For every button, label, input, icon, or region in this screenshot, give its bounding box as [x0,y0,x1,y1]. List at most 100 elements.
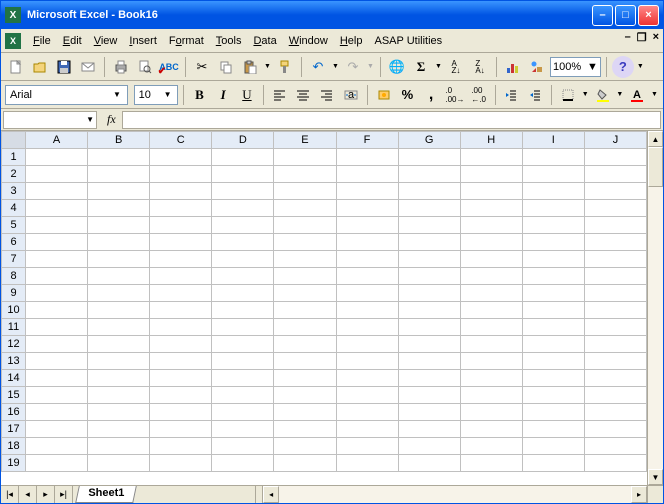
select-all-corner[interactable] [2,132,26,149]
autosum-dropdown[interactable]: ▼ [434,63,443,70]
scroll-right-icon[interactable]: ▸ [631,486,647,503]
name-box-input[interactable] [6,114,76,126]
cell-F10[interactable] [336,302,398,319]
cell-J6[interactable] [584,234,646,251]
help-icon[interactable]: ? [612,56,634,78]
cell-H3[interactable] [460,183,522,200]
cell-I11[interactable] [522,319,584,336]
cell-C1[interactable] [150,149,212,166]
row-header-14[interactable]: 14 [2,370,26,387]
font-combo[interactable]: ▼ [5,85,128,105]
size-combo[interactable]: ▼ [134,85,178,105]
cell-J18[interactable] [584,438,646,455]
row-header-16[interactable]: 16 [2,404,26,421]
cell-G13[interactable] [398,353,460,370]
menu-help[interactable]: Help [334,33,369,49]
cell-E12[interactable] [274,336,336,353]
cell-J14[interactable] [584,370,646,387]
cell-I3[interactable] [522,183,584,200]
cell-F11[interactable] [336,319,398,336]
align-center-icon[interactable] [293,84,315,106]
cell-J1[interactable] [584,149,646,166]
cell-E14[interactable] [274,370,336,387]
open-icon[interactable] [29,56,51,78]
cell-E1[interactable] [274,149,336,166]
cell-A19[interactable] [26,455,88,472]
cell-A12[interactable] [26,336,88,353]
borders-dropdown[interactable]: ▼ [581,91,590,98]
cell-J5[interactable] [584,217,646,234]
cell-H6[interactable] [460,234,522,251]
cell-I16[interactable] [522,404,584,421]
cell-E6[interactable] [274,234,336,251]
cell-E10[interactable] [274,302,336,319]
cell-F13[interactable] [336,353,398,370]
redo-icon[interactable]: ↷ [342,56,364,78]
cell-I6[interactable] [522,234,584,251]
cell-C13[interactable] [150,353,212,370]
cell-D19[interactable] [212,455,274,472]
cell-C17[interactable] [150,421,212,438]
new-icon[interactable] [5,56,27,78]
cell-C7[interactable] [150,251,212,268]
cell-H5[interactable] [460,217,522,234]
cell-D2[interactable] [212,166,274,183]
cell-B18[interactable] [88,438,150,455]
cell-A16[interactable] [26,404,88,421]
cell-I14[interactable] [522,370,584,387]
decrease-decimal-icon[interactable]: .00←.0 [468,84,490,106]
sheet-tab-1[interactable]: Sheet1 [75,486,137,503]
cell-H18[interactable] [460,438,522,455]
cell-G19[interactable] [398,455,460,472]
row-header-19[interactable]: 19 [2,455,26,472]
scroll-up-icon[interactable]: ▲ [648,131,663,147]
cell-D13[interactable] [212,353,274,370]
cell-B17[interactable] [88,421,150,438]
cell-J19[interactable] [584,455,646,472]
cell-H4[interactable] [460,200,522,217]
cell-G10[interactable] [398,302,460,319]
row-header-3[interactable]: 3 [2,183,26,200]
fx-icon[interactable]: fx [107,112,116,127]
cell-G2[interactable] [398,166,460,183]
print-icon[interactable] [110,56,132,78]
row-header-12[interactable]: 12 [2,336,26,353]
tab-next-icon[interactable]: ▸ [37,486,55,503]
cell-E18[interactable] [274,438,336,455]
cell-H17[interactable] [460,421,522,438]
cell-F1[interactable] [336,149,398,166]
cell-E5[interactable] [274,217,336,234]
col-header-H[interactable]: H [460,132,522,149]
cell-D5[interactable] [212,217,274,234]
undo-icon[interactable]: ↶ [307,56,329,78]
cell-G9[interactable] [398,285,460,302]
cell-I9[interactable] [522,285,584,302]
cell-C5[interactable] [150,217,212,234]
maximize-button[interactable]: □ [615,5,636,26]
cell-G4[interactable] [398,200,460,217]
cell-H2[interactable] [460,166,522,183]
cell-B14[interactable] [88,370,150,387]
cell-J2[interactable] [584,166,646,183]
doc-close-button[interactable]: × [653,31,659,44]
cell-C10[interactable] [150,302,212,319]
row-header-15[interactable]: 15 [2,387,26,404]
cell-C3[interactable] [150,183,212,200]
cell-G12[interactable] [398,336,460,353]
cell-D18[interactable] [212,438,274,455]
col-header-B[interactable]: B [88,132,150,149]
cell-D16[interactable] [212,404,274,421]
col-header-D[interactable]: D [212,132,274,149]
size-dropdown-icon[interactable]: ▼ [161,90,175,99]
size-input[interactable] [139,87,161,103]
cell-C15[interactable] [150,387,212,404]
cell-F12[interactable] [336,336,398,353]
cell-E2[interactable] [274,166,336,183]
cell-F15[interactable] [336,387,398,404]
cell-C19[interactable] [150,455,212,472]
paste-dropdown[interactable]: ▼ [263,63,272,70]
cell-H16[interactable] [460,404,522,421]
cell-I2[interactable] [522,166,584,183]
cell-I8[interactable] [522,268,584,285]
spreadsheet-grid[interactable]: ABCDEFGHIJ 12345678910111213141516171819 [1,131,647,472]
